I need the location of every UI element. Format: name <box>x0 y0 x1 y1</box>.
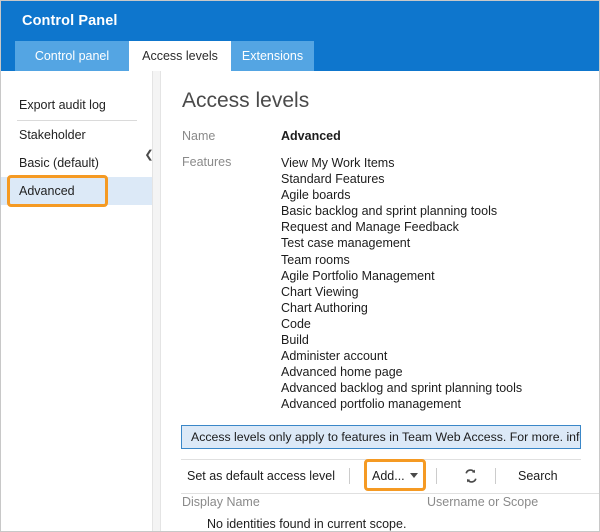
sidebar-item-basic-default[interactable]: Basic (default) <box>1 149 152 177</box>
sidebar-item-stakeholder[interactable]: Stakeholder <box>1 121 152 149</box>
info-banner-text: Access levels only apply to features in … <box>191 426 581 448</box>
feature-item: Advanced backlog and sprint planning too… <box>281 380 591 396</box>
page-title: Access levels <box>182 89 309 113</box>
feature-item: Advanced home page <box>281 364 591 380</box>
sidebar-item-label: Basic (default) <box>19 149 99 177</box>
chevron-down-icon <box>410 473 418 478</box>
toolbar-separator <box>495 468 496 484</box>
page-title-header: Control Panel <box>22 13 118 29</box>
grid-empty-message: No identities found in current scope. <box>207 517 406 531</box>
grid-header-rule <box>181 493 600 494</box>
grid-column-username-or-scope[interactable]: Username or Scope <box>427 495 538 509</box>
feature-item: Build <box>281 332 591 348</box>
add-button-label: Add... <box>372 469 405 483</box>
feature-item: Code <box>281 316 591 332</box>
toolbar: Set as default access level Add... Searc… <box>181 459 581 493</box>
content-pane: Access levels Name Advanced Features Vie… <box>162 71 599 531</box>
sidebar-item-advanced[interactable]: Advanced <box>1 177 152 205</box>
sidebar-item-label: Export audit log <box>19 91 106 119</box>
sidebar-item-export-audit-log[interactable]: Export audit log <box>1 91 152 119</box>
feature-item: Team rooms <box>281 252 591 268</box>
feature-item: Chart Viewing <box>281 284 591 300</box>
toolbar-separator <box>436 468 437 484</box>
search-input[interactable]: Search <box>518 459 558 493</box>
body-area: ❮ Export audit log Stakeholder Basic (de… <box>1 71 599 531</box>
info-banner[interactable]: Access levels only apply to features in … <box>181 425 581 449</box>
refresh-icon[interactable] <box>462 467 480 485</box>
sidebar-item-label: Stakeholder <box>19 121 86 149</box>
control-panel-window: Control Panel Control panel Access level… <box>0 0 600 532</box>
name-value: Advanced <box>281 129 341 143</box>
toolbar-separator <box>349 468 350 484</box>
feature-item: Request and Manage Feedback <box>281 219 591 235</box>
tab-access-levels[interactable]: Access levels <box>129 41 231 71</box>
feature-item: Administer account <box>281 348 591 364</box>
feature-item: Chart Authoring <box>281 300 591 316</box>
feature-item: View My Work Items <box>281 155 591 171</box>
feature-item: Advanced portfolio management <box>281 396 591 412</box>
feature-item: Standard Features <box>281 171 591 187</box>
feature-item: Basic backlog and sprint planning tools <box>281 203 591 219</box>
sidebar-item-label: Advanced <box>19 177 75 205</box>
tab-strip: Control panel Access levels Extensions <box>1 41 599 71</box>
pane-splitter[interactable] <box>152 71 161 531</box>
feature-item: Test case management <box>281 235 591 251</box>
name-label: Name <box>182 129 215 143</box>
feature-item: Agile boards <box>281 187 591 203</box>
grid-column-display-name[interactable]: Display Name <box>182 495 260 509</box>
add-button[interactable]: Add... <box>372 459 418 493</box>
window-header: Control Panel <box>1 1 599 41</box>
tab-control-panel[interactable]: Control panel <box>15 41 129 71</box>
set-as-default-access-level-button[interactable]: Set as default access level <box>187 459 335 493</box>
tab-extensions[interactable]: Extensions <box>231 41 314 71</box>
features-label: Features <box>182 155 231 169</box>
sidebar: ❮ Export audit log Stakeholder Basic (de… <box>1 71 152 531</box>
features-list: View My Work Items Standard Features Agi… <box>281 155 591 413</box>
feature-item: Agile Portfolio Management <box>281 268 591 284</box>
